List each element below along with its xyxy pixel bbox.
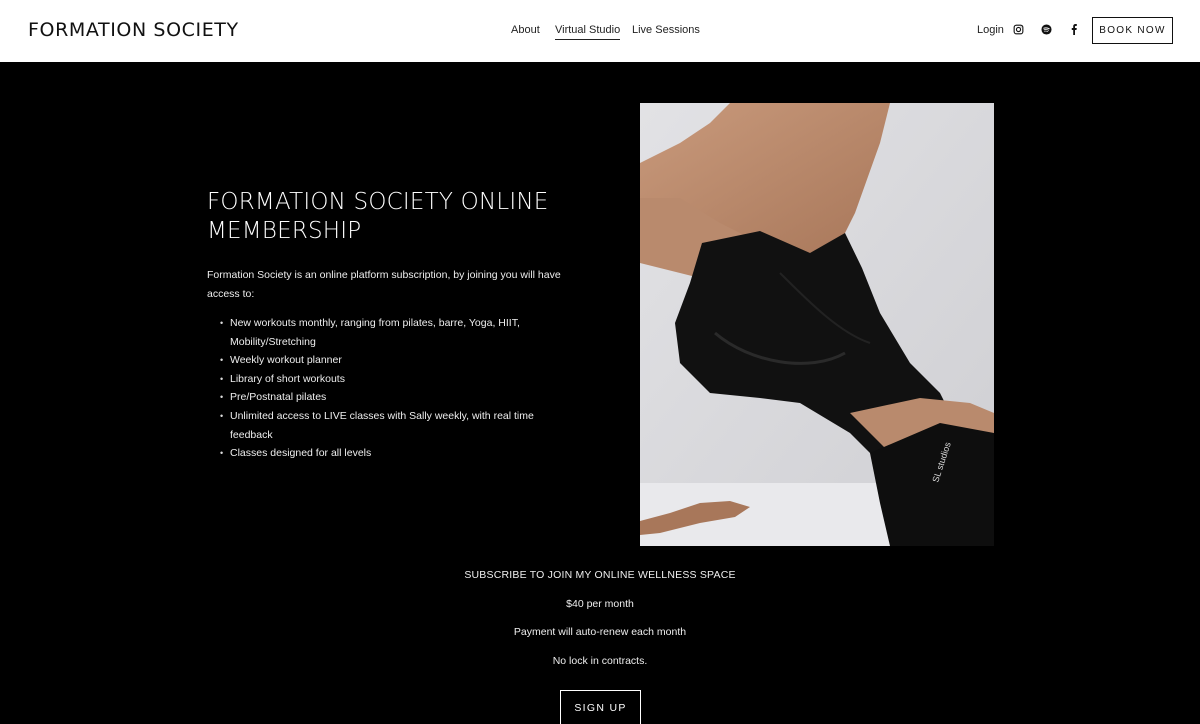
book-now-button[interactable]: BOOK NOW [1092,17,1173,44]
list-item: Classes designed for all levels [220,444,550,463]
nav-item-virtual-studio[interactable]: Virtual Studio [555,24,621,40]
list-item: Weekly workout planner [220,351,550,370]
nav-link-about[interactable]: About [511,24,540,39]
workout-photo-illustration: SL studios [640,103,994,546]
list-item: Pre/Postnatal pilates [220,388,550,407]
subscribe-lock-note: No lock in contracts. [552,655,648,667]
nav-item-about[interactable]: About [511,24,540,39]
list-item: Unlimited access to LIVE classes with Sa… [220,407,550,444]
subscribe-price: $40 per month [566,598,634,610]
hero-photo: SL studios [640,103,994,546]
intro-text: Formation Society is an online platform … [207,269,561,300]
list-item: Library of short workouts [220,370,550,389]
list-item: New workouts monthly, ranging from pilat… [220,314,550,351]
instagram-icon[interactable] [1011,22,1025,36]
feature-list: New workouts monthly, ranging from pilat… [220,314,550,463]
subscribe-renew-note: Payment will auto-renew each month [513,626,687,638]
site-logo[interactable]: FORMATION SOCIETY [28,19,239,41]
nav-link-virtual-studio[interactable]: Virtual Studio [555,24,621,40]
login-link[interactable]: Login [977,24,1004,36]
site-header: FORMATION SOCIETY About Virtual Studio L… [0,0,1200,62]
nav-link-live-sessions[interactable]: Live Sessions [632,24,700,39]
facebook-icon[interactable] [1067,22,1081,36]
page-title: FORMATION SOCIETY ONLINE MEMBERSHIP [207,189,549,244]
subscribe-heading: SUBSCRIBE TO JOIN MY ONLINE WELLNESS SPA… [464,569,736,581]
nav-item-live-sessions[interactable]: Live Sessions [632,24,700,39]
sign-up-button[interactable]: SIGN UP [560,690,641,724]
spotify-icon[interactable] [1039,22,1053,36]
